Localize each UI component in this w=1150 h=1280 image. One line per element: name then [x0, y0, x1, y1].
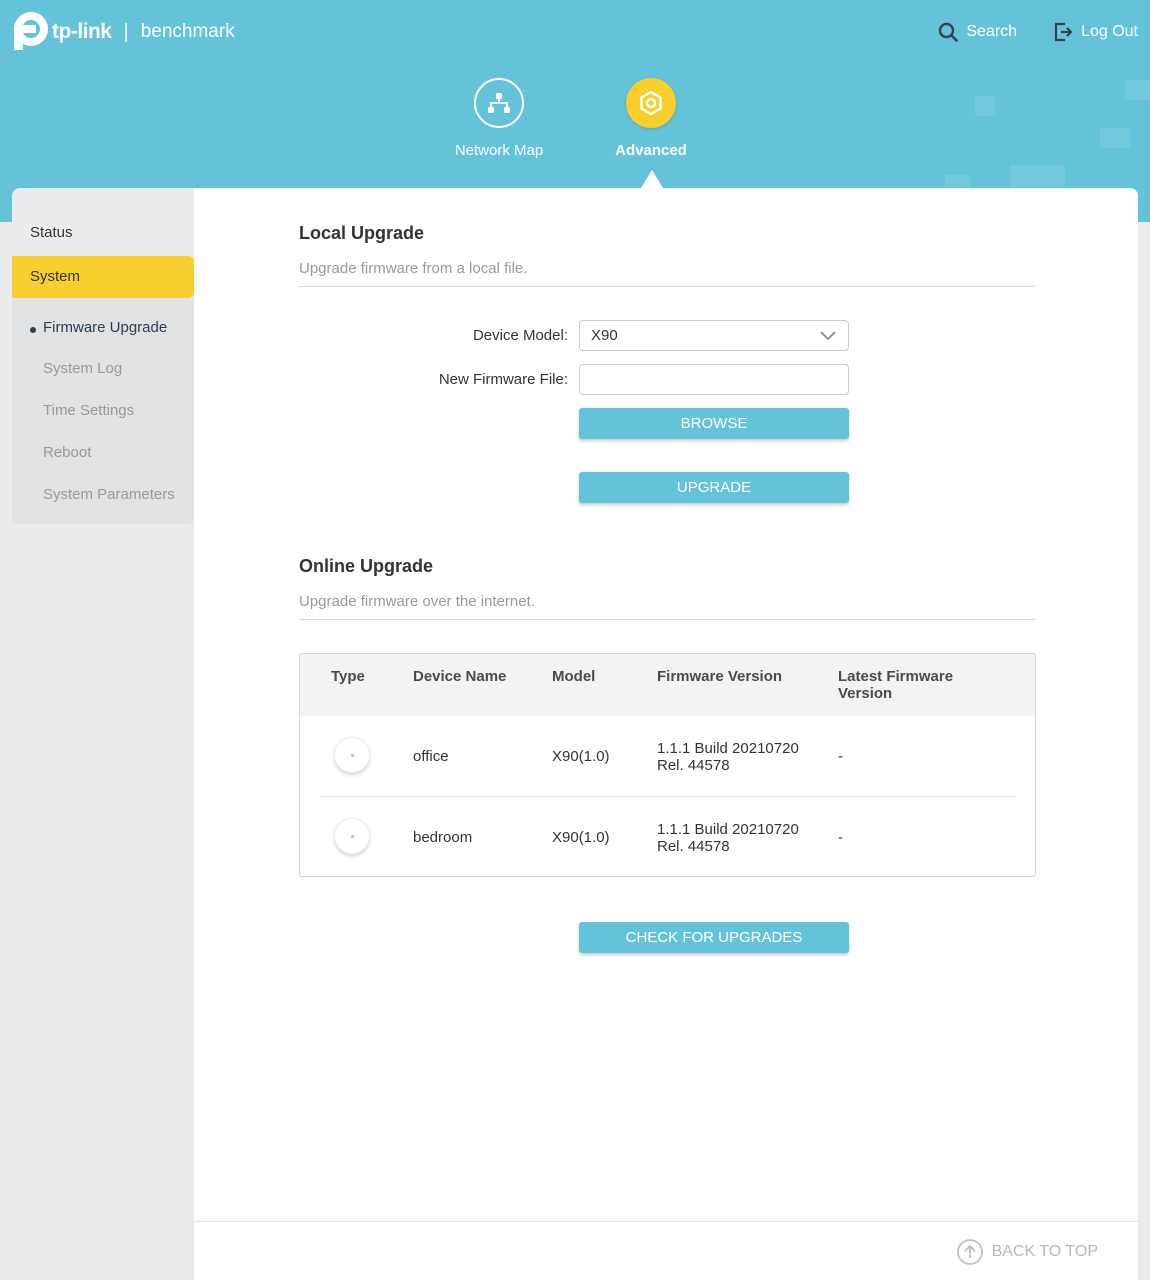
column-header-latest-firmware-version: Latest Firmware Version [838, 668, 954, 702]
sidebar-item-system[interactable]: System [12, 256, 194, 298]
device-name-cell: bedroom [413, 829, 473, 846]
logout-icon [1054, 22, 1073, 42]
divider [299, 619, 1036, 620]
tp-link-logo: tp-link | benchmark [12, 12, 235, 52]
model-cell: X90(1.0) [552, 748, 610, 765]
firmware-release-line: Rel. 44578 [657, 757, 730, 774]
firmware-version-cell: 1.1.1 Build 20210720 Rel. 44578 [657, 821, 799, 855]
product-name: benchmark [140, 21, 235, 42]
footer: BACK TO TOP [194, 1221, 1138, 1280]
logo-separator: | [123, 20, 129, 43]
online-upgrade-title: Online Upgrade [299, 556, 434, 576]
column-header-type: Type [331, 668, 365, 685]
column-header-model: Model [552, 668, 596, 685]
new-firmware-file-label: New Firmware File: [438, 371, 568, 388]
browse-button[interactable]: BROWSE [579, 408, 849, 439]
advanced-gear-icon [626, 78, 676, 128]
check-for-upgrades-button[interactable]: CHECK FOR UPGRADES [579, 922, 849, 953]
device-name-cell: office [413, 748, 449, 765]
firmware-file-field[interactable] [579, 364, 849, 395]
search-label: Search [966, 23, 1018, 40]
back-to-top-button[interactable]: BACK TO TOP [956, 1238, 1098, 1266]
sidebar-item-system-parameters[interactable]: System Parameters [12, 486, 194, 503]
local-upgrade-title: Local Upgrade [299, 223, 425, 243]
nav-network-map[interactable]: Network Map [444, 78, 554, 159]
device-model-value: X90 [591, 327, 618, 344]
latest-firmware-cell: - [838, 829, 843, 846]
tp-link-logo-icon [12, 12, 52, 52]
divider [299, 286, 1036, 287]
deco-device-icon [334, 818, 370, 854]
firmware-version-line: 1.1.1 Build 20210720 [657, 821, 799, 838]
sidebar-item-system-log[interactable]: System Log [12, 360, 194, 377]
device-firmware-table: Type Device Name Model Firmware Version … [299, 653, 1036, 877]
sidebar: Status System Firmware Upgrade System Lo… [12, 188, 194, 1280]
logout-button[interactable]: Log Out [1053, 22, 1138, 42]
sidebar-item-firmware-upgrade[interactable]: Firmware Upgrade [12, 319, 194, 336]
firmware-version-cell: 1.1.1 Build 20210720 Rel. 44578 [657, 740, 799, 774]
arrow-up-circle-icon [956, 1239, 983, 1265]
latest-firmware-cell: - [838, 748, 843, 765]
model-cell: X90(1.0) [552, 829, 610, 846]
upgrade-button[interactable]: UPGRADE [579, 472, 849, 503]
network-map-icon [474, 78, 524, 128]
column-header-firmware-version: Firmware Version [657, 668, 783, 685]
back-to-top-label: BACK TO TOP [991, 1243, 1098, 1260]
logout-label: Log Out [1081, 23, 1138, 40]
table-row: office X90(1.0) 1.1.1 Build 20210720 Rel… [300, 716, 1035, 796]
main-content: Local Upgrade Upgrade firmware from a lo… [194, 188, 1138, 1221]
table-row: bedroom X90(1.0) 1.1.1 Build 20210720 Re… [300, 797, 1035, 876]
sidebar-item-reboot[interactable]: Reboot [12, 444, 194, 461]
search-icon [939, 22, 959, 42]
nav-network-map-label: Network Map [454, 142, 544, 159]
chevron-down-icon [820, 331, 836, 341]
local-upgrade-subtitle: Upgrade firmware from a local file. [299, 260, 528, 277]
search-button[interactable]: Search [938, 22, 1017, 42]
nav-advanced-label: Advanced [615, 142, 687, 159]
deco-device-icon [334, 737, 370, 773]
sidebar-item-status[interactable]: Status [12, 224, 194, 241]
online-upgrade-subtitle: Upgrade firmware over the internet. [299, 593, 535, 610]
column-header-device-name: Device Name [413, 668, 507, 685]
firmware-release-line: Rel. 44578 [657, 838, 730, 855]
nav-advanced[interactable]: Advanced [596, 78, 706, 159]
table-header: Type Device Name Model Firmware Version … [300, 654, 1035, 716]
sidebar-item-time-settings[interactable]: Time Settings [12, 402, 194, 419]
firmware-version-line: 1.1.1 Build 20210720 [657, 740, 799, 757]
nav-active-pointer [641, 170, 663, 188]
device-model-label: Device Model: [472, 327, 568, 344]
brand-name: tp-link [52, 20, 112, 43]
device-model-select[interactable]: X90 [579, 320, 849, 351]
